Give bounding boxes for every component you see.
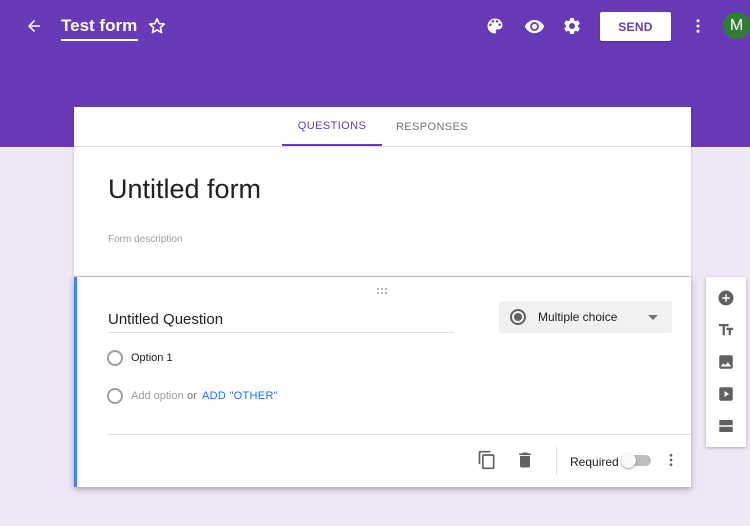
option-radio (107, 350, 123, 366)
add-option-link[interactable]: Add option (131, 390, 184, 402)
or-text: or (187, 390, 197, 402)
gear-icon[interactable] (558, 12, 586, 40)
form-header-card: QUESTIONS RESPONSES Untitled form Form d… (74, 107, 691, 276)
side-toolbar (706, 277, 746, 447)
form-description-field[interactable]: Form description (108, 234, 182, 245)
drag-handle-icon[interactable] (376, 282, 390, 294)
tab-responses[interactable]: RESPONSES (382, 107, 482, 146)
radio-button-icon (510, 309, 526, 325)
palette-icon[interactable] (481, 12, 509, 40)
question-card[interactable]: Untitled Question Multiple choice Option… (74, 277, 691, 487)
back-arrow-icon[interactable] (20, 12, 48, 40)
option-label[interactable]: Option 1 (131, 352, 173, 364)
dropdown-arrow-icon (648, 315, 658, 320)
form-name: Test form (61, 16, 138, 35)
send-button[interactable]: SEND (600, 12, 671, 41)
more-vert-icon[interactable] (684, 12, 712, 40)
footer-vertical-divider (556, 447, 557, 475)
form-name-field[interactable]: Test form (61, 15, 138, 41)
form-title[interactable]: Untitled form (108, 174, 261, 205)
required-label: Required (570, 455, 619, 469)
eye-icon[interactable] (520, 12, 548, 40)
add-option-radio (107, 388, 123, 404)
top-bar: Test form SEND M (0, 0, 750, 54)
add-circle-icon[interactable] (715, 287, 737, 309)
question-type-label: Multiple choice (538, 310, 618, 324)
video-icon[interactable] (715, 383, 737, 405)
tab-questions[interactable]: QUESTIONS (282, 107, 382, 146)
star-icon[interactable] (143, 12, 171, 40)
add-other-link[interactable]: ADD "OTHER" (202, 390, 278, 402)
question-type-dropdown[interactable]: Multiple choice (499, 301, 672, 333)
required-toggle-thumb[interactable] (621, 453, 636, 468)
active-card-accent (74, 277, 77, 487)
tab-divider (74, 146, 691, 147)
question-title-input[interactable]: Untitled Question (108, 311, 454, 333)
trash-icon[interactable] (511, 446, 539, 474)
more-vert-icon[interactable] (657, 446, 685, 474)
section-icon[interactable] (715, 415, 737, 437)
image-icon[interactable] (715, 351, 737, 373)
text-title-icon[interactable] (715, 319, 737, 341)
duplicate-icon[interactable] (473, 446, 501, 474)
footer-divider (108, 434, 691, 435)
avatar[interactable]: M (723, 12, 750, 39)
